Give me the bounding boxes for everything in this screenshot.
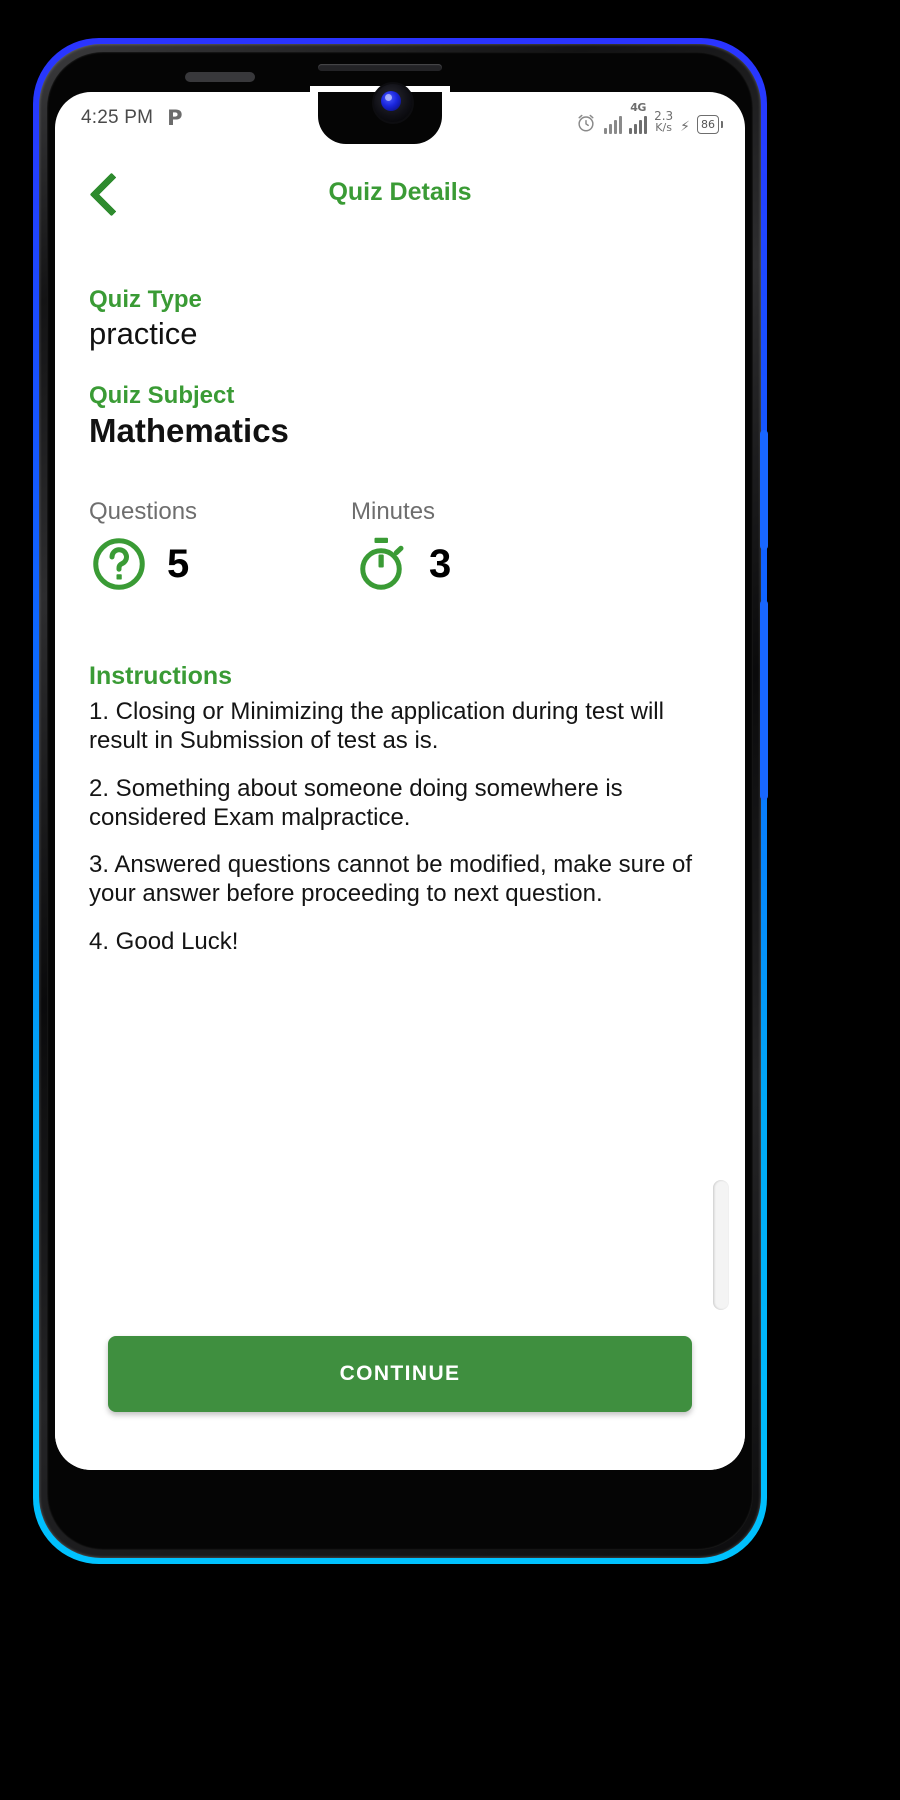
battery-tip-icon	[721, 121, 723, 128]
app-root: Quiz Details Quiz Type practice Quiz Sub…	[55, 144, 745, 1470]
stat-minutes-row: 3	[351, 534, 613, 594]
signal-sim2-group: 4G	[629, 101, 648, 134]
stat-questions-label: Questions	[89, 498, 198, 525]
network-speed: 2.3 K/s	[654, 110, 673, 134]
status-time: 4:25 PM	[81, 107, 154, 128]
stat-questions: Questions 5	[89, 498, 351, 594]
fingerprint-side-button[interactable]	[713, 1180, 729, 1310]
charging-bolt-icon: ⚡	[680, 119, 690, 135]
stopwatch-icon	[360, 537, 404, 590]
battery-indicator: 86	[697, 115, 723, 134]
signal-bars-sim1-icon	[604, 114, 623, 134]
status-bar-left: 4:25 PM P	[55, 107, 183, 129]
quiz-type-block: Quiz Type practice	[89, 286, 711, 352]
pandora-app-icon: P	[167, 105, 183, 130]
front-camera-glint	[385, 94, 392, 101]
question-circle-icon	[93, 538, 145, 590]
content-area: Quiz Type practice Quiz Subject Mathemat…	[55, 286, 745, 956]
quiz-subject-block: Quiz Subject Mathematics	[89, 382, 711, 450]
stat-minutes-label: Minutes	[351, 498, 436, 525]
quiz-type-label: Quiz Type	[89, 286, 202, 313]
stat-minutes: Minutes 3	[351, 498, 613, 594]
phone-mockup: 4:25 PM P 4G 2.3 K/s ⚡ 86 Quiz Details Q…	[0, 0, 900, 1800]
status-bar-right: 4G 2.3 K/s ⚡ 86	[575, 102, 745, 134]
alarm-clock-icon	[578, 114, 594, 132]
continue-button[interactable]: CONTINUE	[108, 1336, 692, 1412]
front-camera-lens	[381, 91, 401, 111]
instruction-item: 2. Something about someone doing somewhe…	[89, 774, 623, 831]
stat-minutes-value: 3	[429, 541, 452, 586]
quiz-subject-label: Quiz Subject	[89, 382, 235, 409]
volume-down-button[interactable]	[760, 600, 768, 800]
phone-screen: 4:25 PM P 4G 2.3 K/s ⚡ 86 Quiz Details Q…	[55, 92, 745, 1470]
volume-up-button[interactable]	[760, 430, 768, 550]
instructions-title: Instructions	[89, 662, 233, 690]
network-speed-unit: K/s	[655, 121, 672, 135]
instruction-item: 3. Answered questions cannot be modified…	[89, 851, 693, 908]
battery-level-text: 86	[697, 115, 719, 134]
earpiece-speaker	[318, 64, 442, 71]
quiz-stats: Questions 5 Minutes 3	[89, 498, 711, 594]
instruction-item: 4. Good Luck!	[89, 927, 239, 955]
network-type-label: 4G	[630, 101, 646, 114]
page-title: Quiz Details	[328, 177, 472, 206]
bezel-highlight	[185, 72, 255, 82]
quiz-subject-value: Mathematics	[89, 412, 289, 449]
app-bar: Quiz Details	[55, 144, 745, 240]
stat-questions-value: 5	[167, 541, 190, 586]
signal-bars-sim2-icon	[629, 114, 648, 134]
instruction-item: 1. Closing or Minimizing the application…	[89, 698, 664, 755]
quiz-type-value: practice	[89, 316, 198, 351]
stat-questions-row: 5	[89, 534, 351, 594]
cta-container: CONTINUE	[55, 1336, 745, 1412]
